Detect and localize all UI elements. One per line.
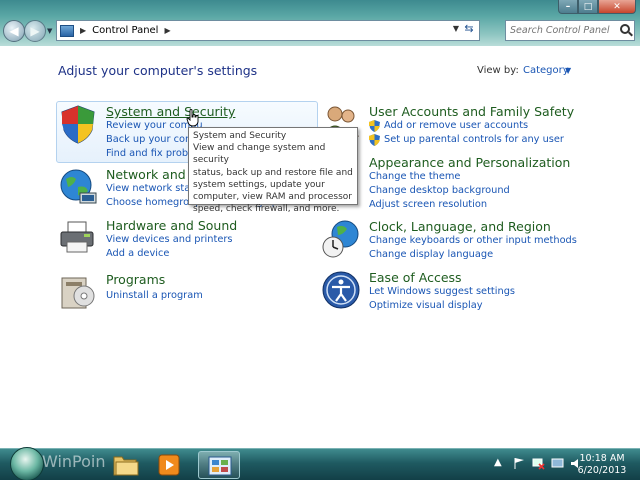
uac-shield-icon <box>369 134 380 146</box>
tooltip-line: computer, view RAM and processor <box>193 192 352 203</box>
breadcrumb-chevron-icon[interactable]: ▶ <box>164 26 170 35</box>
programs-icon <box>61 277 95 309</box>
category-title[interactable]: User Accounts and Family Safety <box>369 104 574 119</box>
link-change-theme[interactable]: Change the theme <box>369 171 460 182</box>
watermark: WinPoin <box>42 452 106 471</box>
back-button[interactable]: ◀ <box>3 20 25 42</box>
network-disconnected-icon[interactable] <box>532 457 545 470</box>
link-find-fix[interactable]: Find and fix proble <box>106 148 197 159</box>
maximize-button[interactable]: □ <box>578 0 598 14</box>
category-title[interactable]: Hardware and Sound <box>106 218 237 233</box>
start-button[interactable] <box>10 447 44 480</box>
printer-icon <box>60 221 94 253</box>
category-title[interactable]: Ease of Access <box>369 270 462 285</box>
tooltip-title: System and Security <box>193 131 287 141</box>
taskbar-control-panel-button[interactable] <box>198 451 240 479</box>
tooltip-line: View and change system and security <box>193 143 326 166</box>
control-panel-icon <box>60 24 74 37</box>
link-windows-suggest[interactable]: Let Windows suggest settings <box>369 286 515 297</box>
control-panel-content: Adjust your computer's settings View by:… <box>0 46 640 448</box>
view-by-label: View by: <box>477 65 519 76</box>
category-title[interactable]: Programs <box>106 272 165 287</box>
ease-of-access-icon <box>322 271 360 309</box>
arrow-right-icon: ▶ <box>30 24 40 38</box>
network-globe-icon <box>60 169 97 204</box>
chevron-down-icon[interactable]: ▼ <box>565 66 571 75</box>
search-icon[interactable] <box>620 24 630 34</box>
category-tooltip: System and Security View and change syst… <box>188 127 358 214</box>
taskbar-media-player-button[interactable] <box>148 451 190 479</box>
arrow-left-icon: ◀ <box>9 24 19 38</box>
link-optimize-visual[interactable]: Optimize visual display <box>369 300 483 311</box>
search-box[interactable] <box>505 20 635 41</box>
display-icon[interactable] <box>551 457 564 470</box>
clock-time: 10:18 AM <box>579 453 625 464</box>
media-player-icon <box>158 454 180 476</box>
clock-date: 6/20/2013 <box>577 465 627 476</box>
window-controls: – □ ✕ <box>558 0 636 14</box>
show-hidden-icons-icon[interactable]: ▲ <box>494 457 507 470</box>
link-uninstall-program[interactable]: Uninstall a program <box>106 290 203 301</box>
shield-icon <box>61 105 95 144</box>
category-title[interactable]: System and Security <box>106 104 235 119</box>
link-add-remove-users[interactable]: Add or remove user accounts <box>384 120 528 131</box>
taskbar-clock[interactable]: 10:18 AM 6/20/2013 <box>570 453 634 477</box>
uac-shield-icon <box>369 120 380 132</box>
close-button[interactable]: ✕ <box>598 0 636 14</box>
search-input[interactable] <box>510 25 618 36</box>
category-title[interactable]: Clock, Language, and Region <box>369 219 551 234</box>
clock-globe-icon <box>322 220 359 258</box>
forward-button[interactable]: ▶ <box>24 20 46 42</box>
control-panel-icon <box>208 456 232 476</box>
breadcrumb-chevron-icon[interactable]: ▶ <box>80 26 86 35</box>
link-back-up[interactable]: Back up your comp <box>106 134 201 145</box>
page-title: Adjust your computer's settings <box>58 63 258 78</box>
link-change-keyboards[interactable]: Change keyboards or other input methods <box>369 235 577 246</box>
folder-icon <box>113 456 139 476</box>
tooltip-line: system settings, update your <box>193 179 325 190</box>
refresh-icon[interactable]: ⇆ <box>461 22 477 39</box>
taskbar: WinPoin ▲ 10:18 AM 6/20/2013 <box>0 447 640 480</box>
action-center-flag-icon[interactable] <box>513 457 526 470</box>
recent-pages-dropdown[interactable]: ▼ <box>47 27 52 35</box>
link-screen-resolution[interactable]: Adjust screen resolution <box>369 199 487 210</box>
breadcrumb-control-panel[interactable]: Control Panel <box>92 25 158 36</box>
category-title[interactable]: Appearance and Personalization <box>369 155 570 170</box>
view-by-dropdown[interactable]: Category <box>523 65 569 76</box>
link-add-device[interactable]: Add a device <box>106 248 169 259</box>
link-view-devices[interactable]: View devices and printers <box>106 234 232 245</box>
address-bar[interactable]: ▶ Control Panel ▶ ▼ ⇆ <box>56 20 480 41</box>
taskbar-explorer-button[interactable] <box>104 451 146 479</box>
tooltip-line: status, back up and restore file and <box>193 167 353 178</box>
tooltip-line: speed, check firewall, and more. <box>193 204 340 215</box>
link-desktop-background[interactable]: Change desktop background <box>369 185 510 196</box>
link-display-language[interactable]: Change display language <box>369 249 493 260</box>
category-title[interactable]: Network and In <box>106 167 201 182</box>
window-titlebar: – □ ✕ ◀ ▶ ▼ ▶ Control Panel ▶ ▼ ⇆ <box>0 0 640 46</box>
minimize-button[interactable]: – <box>558 0 578 14</box>
hand-cursor-icon <box>186 109 199 127</box>
link-parental-controls[interactable]: Set up parental controls for any user <box>384 134 564 145</box>
address-dropdown-icon[interactable]: ▼ <box>453 24 459 33</box>
